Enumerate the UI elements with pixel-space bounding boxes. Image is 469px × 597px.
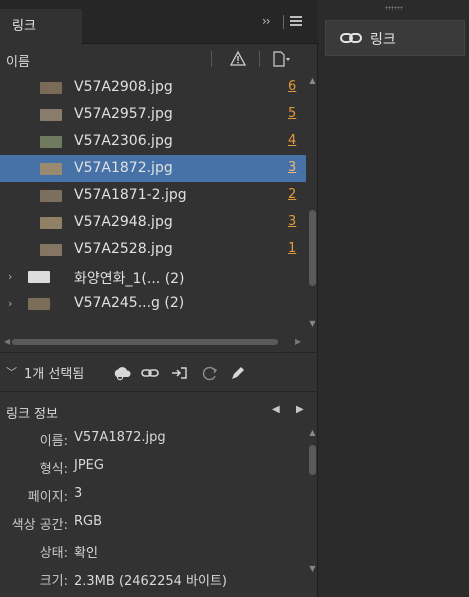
- link-list: V57A2908.jpg 6 V57A2957.jpg 5 V57A2306.jpg 4 V…: [0, 74, 318, 332]
- tab-links-label: 링크: [12, 19, 36, 34]
- links-chain-icon: [340, 33, 362, 43]
- info-row: 상태: 확인: [0, 538, 306, 566]
- scroll-right-icon[interactable]: ▶: [295, 337, 301, 346]
- scrollbar-thumb[interactable]: [309, 210, 316, 286]
- update-link-icon[interactable]: [200, 363, 220, 383]
- link-filename: V57A2948.jpg: [74, 214, 173, 230]
- list-vertical-scrollbar[interactable]: ▲ ▼: [307, 74, 318, 332]
- link-filename: V57A1871-2.jpg: [74, 187, 187, 203]
- expand-chevron-icon[interactable]: ›: [8, 297, 12, 310]
- scroll-left-icon[interactable]: ◀: [4, 337, 10, 346]
- list-horizontal-scrollbar[interactable]: ◀ ▶: [0, 337, 306, 347]
- info-value: 확인: [74, 546, 98, 561]
- edit-original-icon[interactable]: [228, 363, 248, 383]
- go-to-link-icon[interactable]: [170, 363, 190, 383]
- info-value: JPEG: [74, 458, 104, 473]
- link-row[interactable]: V57A1872.jpg 3: [0, 155, 306, 182]
- link-page-number[interactable]: 3: [288, 214, 296, 229]
- collapsed-links-button[interactable]: 링크: [325, 20, 465, 56]
- scroll-up-icon[interactable]: ▲: [307, 428, 318, 437]
- link-group-row[interactable]: › 화양연화_1(... (2): [0, 263, 306, 290]
- info-value: V57A1872.jpg: [74, 430, 166, 445]
- show-info-chevron-icon[interactable]: ﹀: [6, 364, 17, 380]
- info-vertical-scrollbar[interactable]: ▲ ▼: [307, 426, 318, 597]
- collapsed-panel-dock: 링크: [319, 0, 469, 597]
- relink-icon[interactable]: [140, 363, 160, 383]
- cloud-link-icon[interactable]: [113, 363, 133, 383]
- expand-chevron-icon[interactable]: ›: [8, 270, 12, 283]
- link-row[interactable]: V57A2948.jpg 3: [0, 209, 306, 236]
- collapse-panel-button[interactable]: ››: [262, 14, 271, 28]
- link-toolbar: ﹀ 1개 선택됨: [0, 352, 318, 392]
- warning-column-icon[interactable]: [230, 51, 246, 66]
- scroll-down-icon[interactable]: ▼: [307, 319, 318, 330]
- link-info-header: 링크 정보 ◀ ▶: [0, 398, 318, 424]
- column-header: 이름: [0, 46, 318, 72]
- tab-links[interactable]: 링크: [0, 9, 82, 44]
- info-row: 이름: V57A1872.jpg: [0, 426, 306, 454]
- image-thumbnail: [28, 271, 50, 283]
- scroll-down-icon[interactable]: ▼: [307, 564, 318, 573]
- link-row[interactable]: V57A2908.jpg 6: [0, 74, 306, 101]
- column-divider: [259, 51, 260, 67]
- image-thumbnail: [40, 244, 62, 256]
- info-label: 이름:: [39, 434, 68, 449]
- panel-menu-icon[interactable]: [290, 16, 302, 26]
- previous-link-icon[interactable]: ◀: [272, 404, 280, 415]
- scrollbar-thumb[interactable]: [12, 339, 278, 345]
- info-row: 페이지: 3: [0, 482, 306, 510]
- link-info-list: 이름: V57A1872.jpg 형식: JPEG 페이지: 3 색상 공간: RGB 상태: 확…: [0, 426, 306, 597]
- info-label: 크기:: [39, 574, 68, 589]
- link-filename: V57A2957.jpg: [74, 106, 173, 122]
- selection-status: 1개 선택됨: [24, 367, 85, 382]
- info-label: 형식:: [39, 462, 68, 477]
- info-row: 색상 공간: RGB: [0, 510, 306, 538]
- column-divider: [211, 51, 212, 67]
- link-group-row[interactable]: › V57A245...g (2): [0, 290, 306, 317]
- link-page-number[interactable]: 2: [288, 187, 296, 202]
- link-info-title: 링크 정보: [6, 407, 58, 422]
- link-filename: V57A2306.jpg: [74, 133, 173, 149]
- column-name-header[interactable]: 이름: [6, 51, 30, 70]
- link-filename: V57A2908.jpg: [74, 79, 173, 95]
- tab-divider: [283, 15, 284, 29]
- link-page-number[interactable]: 5: [288, 106, 296, 121]
- image-thumbnail: [40, 136, 62, 148]
- info-value: RGB: [74, 514, 103, 529]
- scrollbar-thumb[interactable]: [309, 445, 316, 475]
- link-page-number[interactable]: 3: [288, 160, 296, 175]
- image-thumbnail: [40, 190, 62, 202]
- info-value: 2.3MB (2462254 바이트): [74, 574, 227, 589]
- image-thumbnail: [40, 217, 62, 229]
- link-filename: V57A1872.jpg: [74, 160, 173, 176]
- dock-grip[interactable]: [385, 6, 403, 10]
- link-filename: V57A2528.jpg: [74, 241, 173, 257]
- info-value: 3: [74, 486, 83, 501]
- page-column-icon[interactable]: [273, 51, 291, 67]
- panel-tab-bar: 링크 ››: [0, 0, 318, 44]
- info-row: 크기: 2.3MB (2462254 바이트): [0, 566, 306, 594]
- image-thumbnail: [40, 82, 62, 94]
- image-thumbnail: [40, 109, 62, 121]
- link-row[interactable]: V57A2957.jpg 5: [0, 101, 306, 128]
- link-page-number[interactable]: 1: [288, 241, 296, 256]
- image-thumbnail: [40, 163, 62, 175]
- links-panel: 링크 ›› 이름 V57A2908.jpg 6 V57A2957.jpg 5 V57A2…: [0, 0, 318, 597]
- link-page-number[interactable]: 4: [288, 133, 296, 148]
- link-row[interactable]: V57A2306.jpg 4: [0, 128, 306, 155]
- image-thumbnail: [28, 298, 50, 310]
- info-row: 형식: JPEG: [0, 454, 306, 482]
- link-group-name: V57A245...g (2): [74, 295, 185, 311]
- info-label: 상태:: [39, 546, 68, 561]
- link-group-name: 화양연화_1(... (2): [74, 271, 185, 287]
- collapsed-links-label: 링크: [370, 32, 396, 48]
- info-label: 색상 공간:: [11, 518, 68, 533]
- link-row[interactable]: V57A1871-2.jpg 2: [0, 182, 306, 209]
- link-page-number[interactable]: 6: [288, 79, 296, 94]
- info-label: 페이지:: [27, 490, 68, 505]
- next-link-icon[interactable]: ▶: [296, 404, 304, 415]
- scroll-up-icon[interactable]: ▲: [307, 76, 318, 87]
- link-row[interactable]: V57A2528.jpg 1: [0, 236, 306, 263]
